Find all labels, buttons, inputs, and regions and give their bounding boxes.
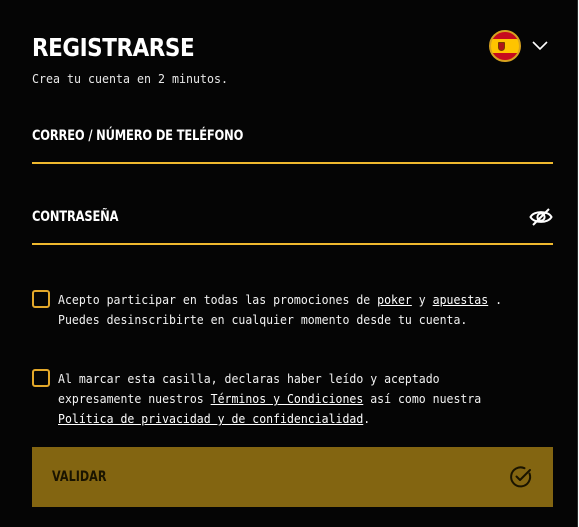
spain-flag-icon [489, 30, 521, 62]
privacy-link[interactable]: Política de privacidad y de confidencial… [58, 411, 363, 426]
terms-link[interactable]: Términos y Condiciones [211, 391, 364, 406]
registration-panel: REGISTRARSE Crea tu cuenta en 2 minutos.… [0, 0, 578, 527]
validate-button-label: VALIDAR [52, 469, 107, 485]
terms-consent-text: Al marcar esta casilla, declaras haber l… [58, 371, 482, 426]
language-selector[interactable] [489, 29, 555, 63]
page-title: REGISTRARSE [32, 33, 195, 62]
chevron-down-icon [532, 41, 548, 51]
promo-checkbox[interactable] [32, 290, 50, 308]
bets-link[interactable]: apuestas [433, 292, 489, 307]
terms-checkbox[interactable] [32, 369, 50, 387]
validate-button[interactable]: VALIDAR [32, 447, 553, 507]
password-field[interactable]: CONTRASEÑA [32, 205, 553, 245]
email-field[interactable]: CORREO / NÚMERO DE TELÉFONO [32, 124, 553, 164]
check-circle-icon [510, 466, 532, 488]
promo-consent-text: Acepto participar en todas las promocion… [58, 292, 503, 327]
poker-link[interactable]: poker [377, 292, 412, 307]
eye-icon[interactable] [529, 207, 553, 227]
page-subtitle: Crea tu cuenta en 2 minutos. [32, 71, 228, 86]
